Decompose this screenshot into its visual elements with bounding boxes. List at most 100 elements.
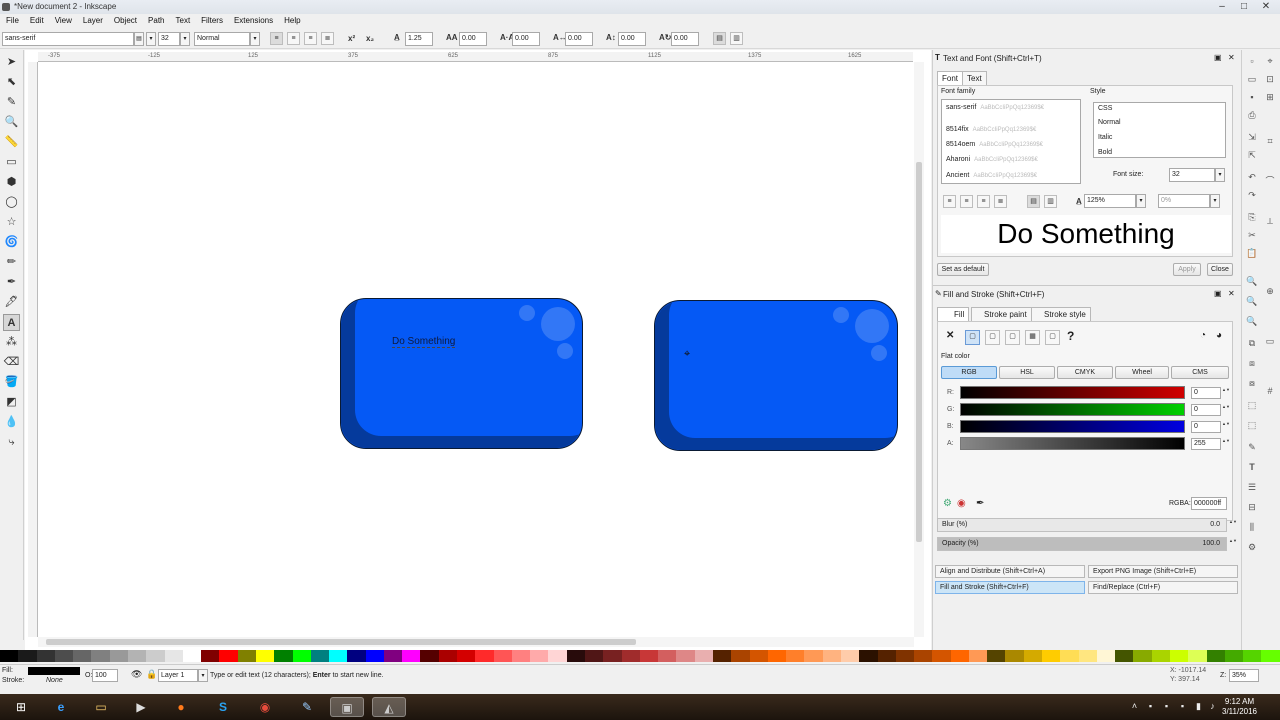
- palette-swatch[interactable]: [530, 650, 549, 662]
- file-explorer-icon[interactable]: ▭: [84, 697, 118, 717]
- align-left-icon[interactable]: ≡: [270, 32, 283, 45]
- menu-text[interactable]: Text: [170, 14, 196, 25]
- fill-rule-nonzero-icon[interactable]: ◕: [1216, 330, 1222, 341]
- font-size-combo[interactable]: 32: [1169, 168, 1215, 182]
- vertical-shift-field[interactable]: 0.00: [618, 32, 646, 46]
- connector-tool-icon[interactable]: ⤷: [3, 434, 20, 451]
- rectangle-tool-icon[interactable]: ▭: [3, 154, 20, 171]
- palette-swatch[interactable]: [566, 650, 585, 662]
- snap-path-icon[interactable]: ⌒: [1264, 175, 1276, 187]
- opacity-slider[interactable]: Opacity (%) 100.0: [937, 537, 1227, 551]
- color-managed-icon[interactable]: ⚙: [943, 498, 952, 509]
- firefox-icon[interactable]: ●: [164, 697, 198, 717]
- start-button-icon[interactable]: ⊞: [4, 697, 38, 717]
- maximize-button[interactable]: □: [1234, 1, 1254, 12]
- app-icon[interactable]: ▣: [330, 697, 364, 717]
- node-tool-icon[interactable]: ⬉: [3, 74, 20, 91]
- close-window-button[interactable]: ✕: [1256, 1, 1276, 12]
- palette-swatch[interactable]: [54, 650, 74, 662]
- font-style-list[interactable]: CSS Normal Italic Bold: [1093, 102, 1226, 158]
- star-tool-icon[interactable]: ☆: [3, 214, 20, 231]
- line-spacing-dropdown-icon[interactable]: ▾: [1136, 194, 1146, 208]
- panel-iconify-icon[interactable]: ▣: [1214, 53, 1222, 62]
- panel-align-center-icon[interactable]: ≡: [960, 195, 973, 208]
- palette-swatch[interactable]: [749, 650, 768, 662]
- panel-line-spacing-field[interactable]: 125%: [1084, 194, 1136, 208]
- ellipse-tool-icon[interactable]: ◯: [3, 194, 20, 211]
- rgba-field[interactable]: 000000ff: [1191, 497, 1227, 510]
- green-value-field[interactable]: 0: [1191, 404, 1221, 416]
- duplicate-icon[interactable]: ⧉: [1246, 337, 1258, 349]
- font-size-dropdown-icon[interactable]: ▾: [180, 32, 190, 46]
- palette-swatch[interactable]: [1023, 650, 1043, 662]
- panel-align-left-icon[interactable]: ≡: [943, 195, 956, 208]
- subscript-icon[interactable]: x₂: [366, 34, 374, 43]
- palette-swatch[interactable]: [932, 650, 951, 662]
- panel-close-icon[interactable]: ✕: [1228, 289, 1235, 298]
- palette-swatch[interactable]: [493, 650, 512, 662]
- layers-icon[interactable]: ☰: [1246, 481, 1258, 493]
- tweak-tool-icon[interactable]: ✎: [3, 94, 20, 111]
- spray-tool-icon[interactable]: ⁂: [3, 334, 20, 351]
- import-icon[interactable]: ⇲: [1246, 131, 1258, 143]
- spiral-tool-icon[interactable]: 🌀: [3, 234, 20, 251]
- preferences-icon[interactable]: ⚙: [1246, 541, 1258, 553]
- mode-wheel-button[interactable]: Wheel: [1115, 366, 1169, 379]
- redo-icon[interactable]: ↷: [1246, 189, 1258, 201]
- dock-fill-stroke[interactable]: Fill and Stroke (Shift+Ctrl+F): [935, 581, 1085, 594]
- palette-swatch[interactable]: [18, 650, 37, 662]
- pen-tool-icon[interactable]: ✒: [3, 274, 20, 291]
- style-item-bold[interactable]: Bold: [1098, 149, 1112, 156]
- line-spacing-field[interactable]: 1.25: [405, 32, 433, 46]
- red-value-field[interactable]: 0: [1191, 387, 1221, 399]
- palette-swatch[interactable]: [767, 650, 787, 662]
- tab-text[interactable]: Text: [962, 71, 987, 86]
- zoom-selection-icon[interactable]: 🔍: [1246, 275, 1258, 287]
- palette-swatch[interactable]: [1170, 650, 1189, 662]
- palette-swatch[interactable]: [347, 650, 366, 662]
- flat-color-icon[interactable]: ▢: [965, 330, 980, 345]
- vertical-scrollbar[interactable]: [914, 62, 924, 637]
- palette-swatch[interactable]: [786, 650, 805, 662]
- palette-swatch[interactable]: [621, 650, 640, 662]
- panel-iconify-icon[interactable]: ▣: [1214, 289, 1222, 298]
- menu-filters[interactable]: Filters: [195, 14, 228, 25]
- minimize-button[interactable]: –: [1212, 1, 1232, 12]
- menu-path[interactable]: Path: [142, 14, 169, 25]
- palette-swatch[interactable]: [585, 650, 604, 662]
- zoom-drawing-icon[interactable]: 🔍: [1246, 295, 1258, 307]
- style-item-italic[interactable]: Italic: [1098, 134, 1112, 141]
- blue-spin-icon[interactable]: ▲▼: [1222, 421, 1230, 433]
- dock-export-png[interactable]: Export PNG Image (Shift+Ctrl+E): [1088, 565, 1238, 578]
- alpha-value-field[interactable]: 255: [1191, 438, 1221, 450]
- blur-slider[interactable]: Blur (%) 0.0: [937, 518, 1227, 532]
- palette-swatch[interactable]: [1188, 650, 1207, 662]
- media-player-icon[interactable]: ▶: [124, 697, 158, 717]
- palette-swatch[interactable]: [1115, 650, 1134, 662]
- palette-swatch[interactable]: [383, 650, 403, 662]
- menu-object[interactable]: Object: [108, 14, 142, 25]
- palette-swatch[interactable]: [1060, 650, 1079, 662]
- notepad-icon[interactable]: ✎: [290, 697, 324, 717]
- swatch-icon[interactable]: ▢: [1045, 330, 1060, 345]
- palette-swatch[interactable]: [219, 650, 238, 662]
- apply-button[interactable]: Apply: [1173, 263, 1201, 276]
- network-icon[interactable]: ▮: [1194, 702, 1203, 711]
- font-style-field[interactable]: Normal: [194, 32, 250, 46]
- palette-swatch[interactable]: [457, 650, 476, 662]
- zoom-field[interactable]: 35%: [1229, 669, 1259, 682]
- palette-swatch[interactable]: [1261, 650, 1280, 662]
- tray-app-icon[interactable]: ▪: [1162, 702, 1171, 711]
- palette-swatch[interactable]: [658, 650, 677, 662]
- palette-swatch[interactable]: [1206, 650, 1225, 662]
- palette-swatch[interactable]: [914, 650, 933, 662]
- palette-swatch[interactable]: [694, 650, 713, 662]
- snap-edge-icon[interactable]: ⊞: [1264, 91, 1276, 103]
- palette-swatch[interactable]: [859, 650, 878, 662]
- palette-swatch[interactable]: [237, 650, 256, 662]
- export-icon[interactable]: ⇱: [1246, 149, 1258, 161]
- font-item-8514oem[interactable]: 8514oem AaBbCcIiPpQq12369$€: [946, 141, 1043, 148]
- horizontal-scroll-thumb[interactable]: [46, 639, 636, 645]
- palette-swatch[interactable]: [1224, 650, 1244, 662]
- group-icon[interactable]: ⬚: [1246, 399, 1258, 411]
